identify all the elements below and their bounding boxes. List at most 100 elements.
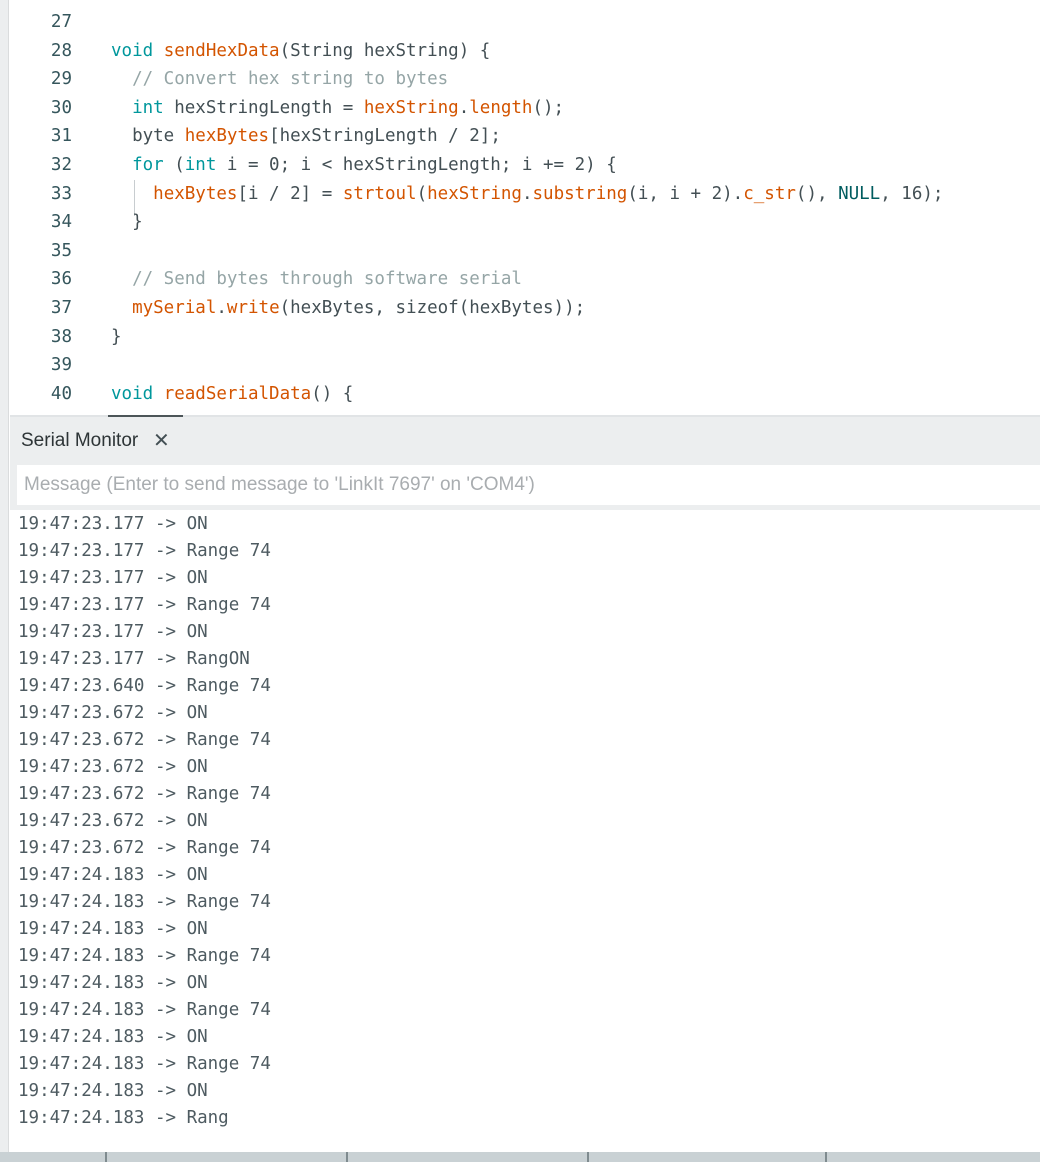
line-number: 31	[50, 126, 72, 147]
code-token: .	[458, 97, 470, 118]
line-number: 39	[50, 355, 72, 376]
code-token: sendHexData	[163, 40, 280, 61]
code-token: for	[132, 155, 164, 175]
code-editor[interactable]: 27 28 void sendHexData(String hexString) {…	[10, 0, 1040, 416]
code-token: readSerialData	[163, 383, 312, 404]
code-token: // Convert hex string to bytes	[132, 69, 449, 90]
code-line[interactable]: 38}	[10, 323, 1040, 352]
serial-output-line: 19:47:23.672 -> ON	[18, 757, 208, 777]
line-number: 29	[50, 69, 72, 90]
code-line[interactable]: 31 byte hexBytes[hexStringLength / 2];	[10, 122, 1040, 151]
code-token: i = 0; i < hexStringLength; i += 2) {	[216, 155, 617, 175]
code-text[interactable]: }	[111, 212, 143, 232]
code-line[interactable]: 34 }	[10, 208, 1040, 237]
code-token: () {	[311, 383, 354, 404]
code-line[interactable]: 29 // Convert hex string to bytes	[10, 65, 1040, 94]
serial-output-line: 19:47:23.672 -> Range 74	[18, 730, 271, 750]
line-number: 36	[50, 269, 72, 290]
message-input[interactable]	[17, 465, 1040, 505]
code-token: hexBytes	[153, 183, 238, 204]
code-text[interactable]: hexBytes[i / 2] = strtoul(hexString.subs…	[111, 184, 943, 204]
code-token: (hexBytes, sizeof(hexBytes));	[279, 298, 586, 318]
status-bar-segment	[587, 1152, 825, 1162]
line-number: 37	[50, 298, 72, 318]
serial-output[interactable]: 19:47:23.177 -> ON 19:47:23.177 -> Range …	[10, 510, 1040, 1152]
line-number: 28	[50, 40, 72, 61]
code-line[interactable]: 36 // Send bytes through software serial	[10, 265, 1040, 294]
serial-output-line: 19:47:24.183 -> ON	[18, 865, 208, 885]
code-token: byte	[111, 126, 185, 147]
code-token: (	[163, 155, 185, 175]
serial-output-line: 19:47:23.672 -> Range 74	[18, 784, 271, 804]
code-text[interactable]: // Convert hex string to bytes	[111, 69, 448, 89]
serial-output-line: 19:47:23.177 -> ON	[18, 514, 208, 534]
code-token: strtoul	[342, 183, 417, 204]
left-gutter-strip	[0, 0, 9, 1162]
code-text[interactable]: // Send bytes through software serial	[111, 269, 522, 289]
code-token: void	[111, 40, 164, 61]
serial-output-line: 19:47:23.177 -> ON	[18, 568, 208, 588]
status-bar-segment	[105, 1152, 346, 1162]
line-number: 32	[50, 155, 72, 175]
code-token: hexStringLength =	[163, 97, 364, 118]
serial-output-line: 19:47:24.183 -> Range 74	[18, 946, 271, 966]
code-text[interactable]: void sendHexData(String hexString) {	[111, 41, 490, 61]
code-token: .	[521, 183, 533, 204]
status-bar-segment	[825, 1152, 1040, 1162]
code-token: length	[469, 97, 533, 118]
code-token: .	[216, 298, 227, 318]
line-number: 27	[50, 12, 72, 32]
line-number: 34	[50, 212, 72, 233]
code-line[interactable]: 37 mySerial.write(hexBytes, sizeof(hexBy…	[10, 294, 1040, 323]
serial-output-line: 19:47:24.183 -> Range 74	[18, 1054, 271, 1074]
code-token: }	[111, 212, 143, 233]
close-icon[interactable]: ✕	[153, 429, 170, 451]
line-number: 40	[50, 383, 72, 404]
code-token: c_str	[743, 183, 796, 204]
code-token: ();	[532, 97, 565, 118]
code-token: void	[111, 383, 164, 404]
serial-output-line: 19:47:23.177 -> Range 74	[18, 541, 271, 561]
code-token: [hexStringLength / 2];	[269, 126, 501, 147]
code-line[interactable]: 35	[10, 237, 1040, 266]
line-number: 35	[50, 240, 72, 261]
code-token: }	[111, 326, 122, 347]
code-line[interactable]: 33 hexBytes[i / 2] = strtoul(hexString.s…	[10, 180, 1040, 209]
serial-output-line: 19:47:23.177 -> RangON	[18, 649, 250, 669]
code-text[interactable]: }	[111, 327, 122, 347]
code-text[interactable]: mySerial.write(hexBytes, sizeof(hexBytes…	[111, 298, 585, 318]
serial-monitor-tab-title[interactable]: Serial Monitor	[21, 431, 138, 451]
code-token: , 16);	[880, 183, 944, 204]
code-text[interactable]: int hexStringLength = hexString.length()…	[111, 98, 564, 118]
code-token: (i, i + 2).	[627, 183, 744, 204]
serial-output-line: 19:47:23.672 -> Range 74	[18, 838, 271, 858]
code-token: (),	[795, 183, 839, 204]
code-line[interactable]: 32 for (int i = 0; i < hexStringLength; …	[10, 151, 1040, 180]
code-text[interactable]: for (int i = 0; i < hexStringLength; i +…	[111, 155, 617, 175]
code-line[interactable]: 30 int hexStringLength = hexString.lengt…	[10, 94, 1040, 123]
code-token: int	[132, 97, 164, 118]
code-token: (String hexString) {	[279, 40, 491, 61]
message-input-bar	[10, 465, 1040, 510]
code-text[interactable]: void readSerialData() {	[111, 384, 353, 404]
serial-output-line: 19:47:24.183 -> ON	[18, 919, 208, 939]
serial-output-line: 19:47:23.177 -> Range 74	[18, 595, 271, 615]
code-token: [i / 2] =	[237, 183, 343, 204]
code-line[interactable]: 28 void sendHexData(String hexString) {	[10, 37, 1040, 66]
line-number: 33	[50, 183, 72, 204]
code-text[interactable]: byte hexBytes[hexStringLength / 2];	[111, 126, 501, 146]
line-number: 30	[50, 97, 72, 118]
serial-output-line: 19:47:24.183 -> ON	[18, 973, 208, 993]
line-number: 38	[50, 326, 72, 347]
code-line[interactable]: 27	[10, 8, 1040, 37]
serial-output-line: 19:47:23.672 -> ON	[18, 703, 208, 723]
code-line[interactable]: 40 void readSerialData() {	[10, 380, 1040, 409]
status-bar-segment	[346, 1152, 587, 1162]
code-token: mySerial	[132, 298, 217, 318]
code-line[interactable]: 39	[10, 351, 1040, 380]
